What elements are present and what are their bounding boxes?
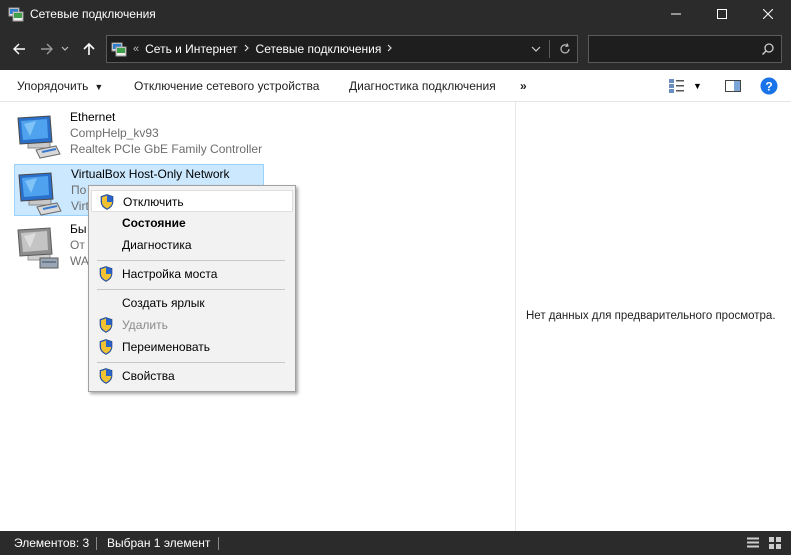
menu-item-status[interactable]: Состояние (91, 212, 293, 234)
uac-shield-icon (99, 368, 113, 384)
status-bar: Элементов: 3 Выбран 1 элемент (0, 531, 791, 555)
command-bar: Упорядочить ▼ Отключение сетевого устройс… (0, 70, 791, 102)
breadcrumb-overflow[interactable]: « (133, 43, 139, 55)
navigation-bar: « Сеть и Интернет Сетевые подключения (0, 28, 791, 70)
connection-name: VirtualBox Host-Only Network (71, 167, 230, 181)
back-button[interactable] (8, 38, 30, 60)
connection-device: Virt (71, 199, 89, 213)
organize-label: Упорядочить (17, 79, 89, 93)
details-view-icon[interactable] (746, 536, 760, 550)
ethernet-adapter-icon (17, 115, 61, 159)
window-title: Сетевые подключения (30, 7, 156, 21)
large-icons-view-icon[interactable] (768, 536, 782, 550)
organize-menu-button[interactable]: Упорядочить ▼ (17, 79, 103, 93)
breadcrumb-network-internet[interactable]: Сеть и Интернет (145, 42, 237, 56)
menu-item-bridge[interactable]: Настройка моста (91, 263, 293, 285)
connection-status: CompHelp_kv93 (70, 126, 159, 140)
svg-text:?: ? (765, 80, 772, 94)
connection-name: Бы (70, 222, 87, 236)
menu-item-label: Диагностика (122, 238, 192, 252)
context-menu: Отключить Состояние Диагностика Настройк… (88, 185, 296, 392)
connection-name: Ethernet (70, 110, 116, 124)
chevron-down-icon (531, 46, 541, 52)
menu-item-rename[interactable]: Переименовать (91, 336, 293, 358)
refresh-button[interactable] (549, 40, 571, 58)
disabled-adapter-icon (17, 227, 59, 269)
breadcrumb-network-connections[interactable]: Сетевые подключения (256, 42, 382, 56)
menu-item-label: Свойства (122, 369, 175, 383)
close-icon (763, 9, 773, 19)
network-location-icon (111, 42, 127, 57)
menu-separator (97, 260, 285, 261)
title-bar: Сетевые подключения (0, 0, 791, 28)
status-divider (96, 537, 97, 550)
menu-item-label: Удалить (122, 318, 168, 332)
change-view-icon[interactable] (668, 78, 686, 94)
breadcrumb-chevron-icon[interactable] (244, 43, 250, 55)
uac-shield-icon (99, 339, 113, 355)
caret-down-icon: ▼ (94, 82, 104, 92)
maximize-button[interactable] (699, 0, 745, 28)
menu-item-delete[interactable]: Удалить (91, 314, 293, 336)
connection-status: От (70, 238, 85, 252)
maximize-icon (717, 9, 727, 19)
connection-status: По (71, 183, 87, 197)
virtual-adapter-icon (18, 172, 62, 216)
recent-locations-button[interactable] (58, 38, 72, 60)
minimize-button[interactable] (653, 0, 699, 28)
preview-empty-message: Нет данных для предварительного просмотр… (526, 310, 776, 322)
selection-count: Выбран 1 элемент (107, 536, 211, 550)
more-commands-button[interactable]: » (520, 79, 527, 93)
status-divider (218, 537, 219, 550)
menu-item-disable[interactable]: Отключить (91, 190, 293, 212)
arrow-right-icon (41, 43, 53, 55)
menu-item-label: Настройка моста (122, 267, 218, 281)
menu-item-diagnose[interactable]: Диагностика (91, 234, 293, 256)
arrow-up-icon (83, 42, 95, 55)
refresh-icon (560, 43, 570, 54)
search-input[interactable] (588, 35, 782, 63)
connection-device: WA (70, 254, 89, 268)
forward-button[interactable] (36, 38, 58, 60)
uac-shield-icon (99, 266, 113, 282)
menu-item-label: Отключить (123, 195, 184, 209)
uac-shield-icon (100, 194, 114, 210)
disable-device-button[interactable]: Отключение сетевого устройства (134, 79, 319, 93)
diagnose-connection-button[interactable]: Диагностика подключения (349, 79, 496, 93)
menu-separator (97, 289, 285, 290)
view-options-caret-icon[interactable]: ▼ (693, 81, 702, 91)
up-button[interactable] (78, 38, 100, 60)
address-dropdown-button[interactable] (531, 42, 541, 56)
address-bar[interactable]: « Сеть и Интернет Сетевые подключения (106, 35, 578, 63)
chevron-down-icon (61, 46, 69, 51)
list-item-ethernet[interactable]: Ethernet CompHelp_kv93 Realtek PCIe GbE … (14, 108, 264, 160)
menu-item-create-shortcut[interactable]: Создать ярлык (91, 292, 293, 314)
close-button[interactable] (745, 0, 791, 28)
menu-item-label: Состояние (122, 216, 186, 230)
arrow-left-icon (13, 43, 25, 55)
uac-shield-icon (99, 317, 113, 333)
preview-pane: Нет данных для предварительного просмотр… (515, 102, 791, 531)
menu-item-properties[interactable]: Свойства (91, 365, 293, 387)
item-count: Элементов: 3 (14, 536, 90, 550)
breadcrumb-chevron-icon[interactable] (387, 43, 393, 55)
search-icon (761, 43, 774, 56)
menu-separator (97, 362, 285, 363)
menu-item-label: Переименовать (122, 340, 210, 354)
network-connections-app-icon (8, 7, 24, 22)
minimize-icon (671, 13, 681, 15)
connection-device: Realtek PCIe GbE Family Controller (70, 142, 263, 156)
help-icon[interactable]: ? (760, 77, 778, 95)
preview-pane-icon[interactable] (724, 78, 742, 94)
menu-item-label: Создать ярлык (122, 296, 205, 310)
